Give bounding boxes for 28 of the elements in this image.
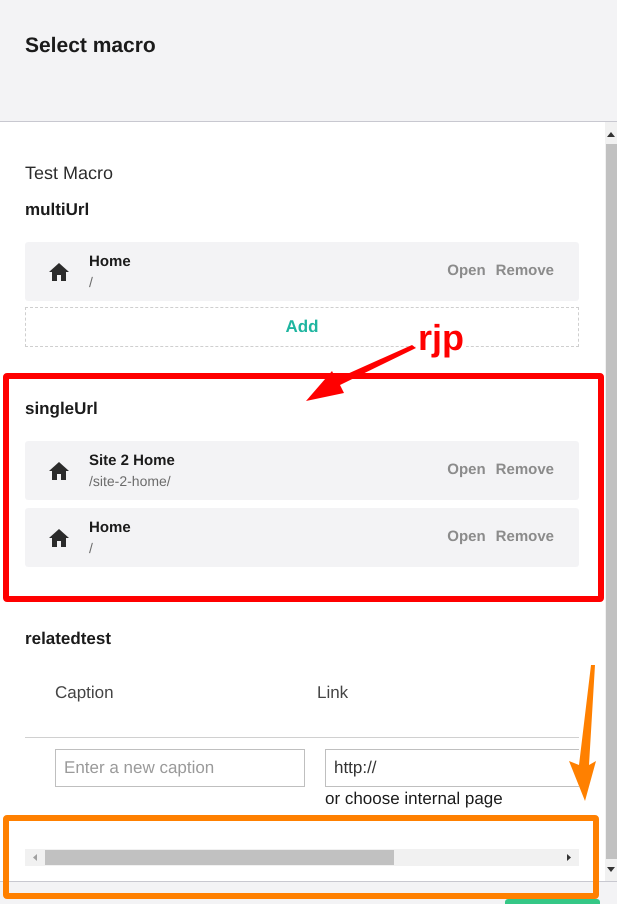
link-url: /site-2-home/ (89, 472, 172, 490)
caption-input[interactable]: Enter a new caption (55, 749, 305, 787)
link-name: Home (89, 518, 132, 538)
submit-button[interactable] (505, 899, 600, 904)
link-name: Site 2 Home (89, 450, 176, 470)
link-name: Home (89, 252, 132, 272)
house-icon (48, 528, 70, 548)
column-header: Caption (55, 682, 115, 704)
link-url: / (89, 538, 94, 558)
field-label: relatedtest (25, 628, 112, 650)
link-action[interactable]: Open (447, 526, 486, 549)
column-header: Link (317, 682, 350, 704)
link-action[interactable]: Open (447, 260, 486, 283)
macro-name: Test Macro (25, 162, 114, 185)
link-action[interactable]: Remove (496, 260, 554, 283)
link-action[interactable]: Remove (496, 526, 554, 549)
scrollbar-thumb[interactable] (45, 850, 394, 865)
field-label: multiUrl (25, 199, 90, 221)
field-label: singleUrl (25, 398, 99, 420)
link-url: / (89, 272, 94, 292)
house-icon (48, 460, 70, 480)
link-action[interactable]: Open (447, 459, 486, 482)
link-action[interactable]: Remove (496, 459, 554, 482)
link-input[interactable]: http:// (325, 749, 579, 787)
internal-page-link[interactable]: or choose internal page (325, 787, 579, 811)
horizontal-scrollbar[interactable] (25, 849, 579, 866)
dialog-title: Select macro (25, 33, 156, 59)
house-icon (48, 262, 70, 282)
